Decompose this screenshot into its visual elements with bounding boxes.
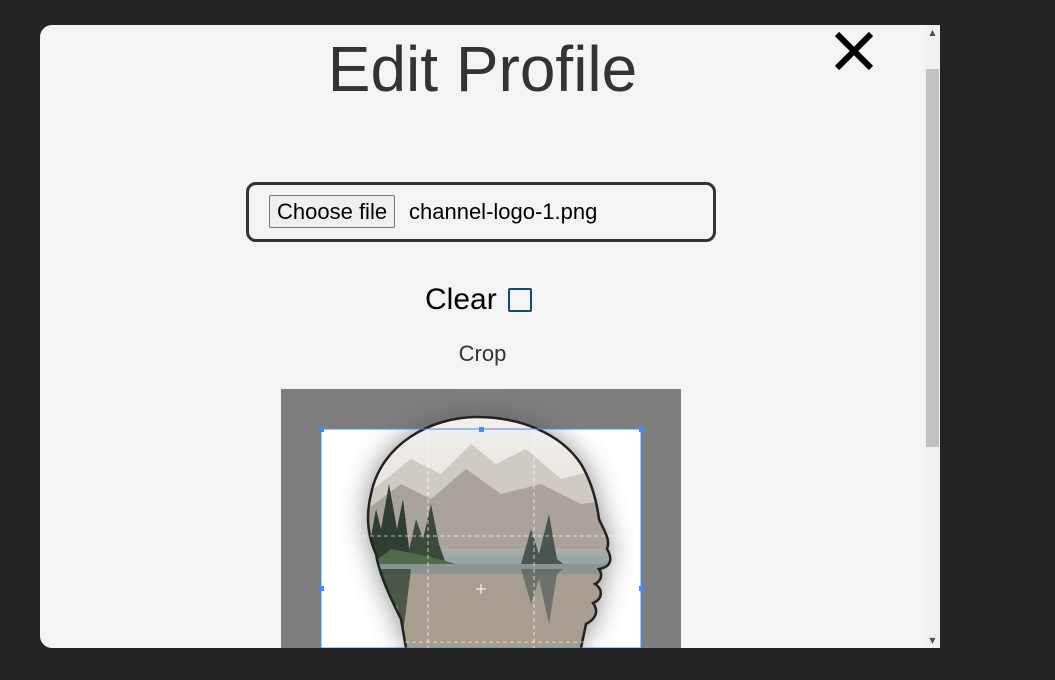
- close-button[interactable]: [832, 28, 876, 74]
- file-input-field[interactable]: Choose file channel-logo-1.png: [246, 182, 716, 242]
- clear-checkbox[interactable]: [507, 288, 532, 312]
- crop-handle-top-right[interactable]: [639, 427, 644, 432]
- choose-file-button[interactable]: Choose file: [269, 195, 396, 228]
- edit-profile-modal: Edit Profile Choose file channel-logo-1.…: [40, 25, 925, 648]
- crop-handle-left[interactable]: [319, 586, 324, 591]
- crop-handle-top-left[interactable]: [319, 427, 324, 432]
- scroll-down-icon[interactable]: ▼: [925, 633, 940, 648]
- modal-scrollbar[interactable]: ▲ ▼: [925, 25, 940, 648]
- crop-handle-right[interactable]: [639, 586, 644, 591]
- crop-label: Crop: [458, 341, 507, 366]
- modal-title: Edit Profile: [327, 33, 638, 105]
- clear-label: Clear: [425, 283, 497, 316]
- crop-handle-top[interactable]: [479, 427, 484, 432]
- clear-row: Clear: [425, 280, 532, 320]
- scroll-thumb[interactable]: [926, 69, 939, 447]
- close-icon: [834, 31, 874, 71]
- scroll-up-icon[interactable]: ▲: [925, 25, 940, 40]
- selected-file-name: channel-logo-1.png: [409, 199, 598, 224]
- crop-area[interactable]: [281, 389, 681, 648]
